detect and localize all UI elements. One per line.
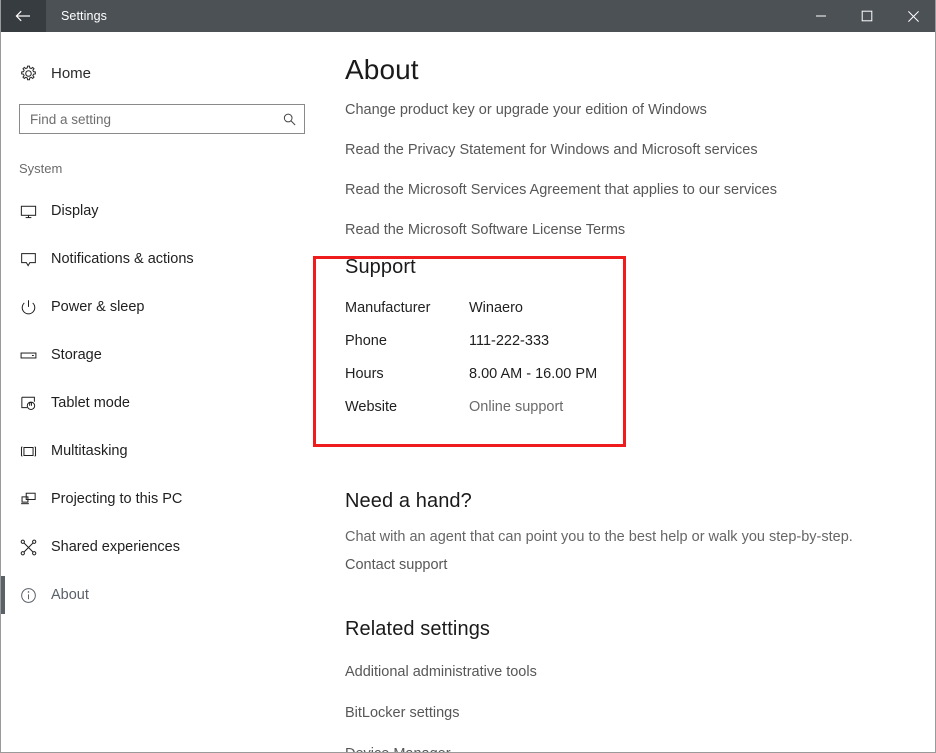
- sidebar-item-display[interactable]: Display: [1, 187, 335, 235]
- settings-window: Settings: [0, 0, 936, 753]
- link-additional-administrative-tools[interactable]: Additional administrative tools: [345, 662, 537, 682]
- monitor-icon: [19, 202, 47, 221]
- maximize-button[interactable]: [844, 0, 890, 32]
- support-heading: Support: [345, 256, 905, 279]
- related-settings-heading: Related settings: [345, 618, 905, 641]
- need-a-hand-section: Need a hand? Chat with an agent that can…: [345, 490, 935, 574]
- support-value-phone: 111-222-333: [469, 333, 597, 366]
- search-box[interactable]: [19, 104, 305, 134]
- link-privacy-statement[interactable]: Read the Privacy Statement for Windows a…: [345, 140, 758, 160]
- table-row: Hours 8.00 AM - 16.00 PM: [345, 366, 597, 399]
- table-row: Manufacturer Winaero: [345, 300, 597, 333]
- project-screen-icon: [19, 490, 47, 509]
- sidebar-item-power-sleep[interactable]: Power & sleep: [1, 283, 335, 331]
- sidebar-item-label: About: [47, 587, 89, 603]
- speech-bubble-icon: [19, 250, 47, 269]
- link-services-agreement[interactable]: Read the Microsoft Services Agreement th…: [345, 180, 777, 200]
- sidebar-section-label: System: [1, 161, 335, 179]
- sidebar-item-label: Power & sleep: [47, 299, 145, 315]
- table-row: Phone 111-222-333: [345, 333, 597, 366]
- main-panel: About Change product key or upgrade your…: [335, 32, 935, 752]
- info-circle-icon: [19, 586, 47, 605]
- sidebar-item-projecting-to-this-pc[interactable]: Projecting to this PC: [1, 475, 335, 523]
- link-change-product-key[interactable]: Change product key or upgrade your editi…: [345, 100, 707, 120]
- tablet-touch-icon: [19, 394, 47, 413]
- close-button[interactable]: [890, 0, 936, 32]
- sidebar-item-label: Storage: [47, 347, 102, 363]
- need-a-hand-description: Chat with an agent that can point you to…: [345, 527, 935, 547]
- sidebar-item-about[interactable]: About: [1, 571, 335, 619]
- related-settings-section: Related settings Additional administrati…: [345, 618, 905, 752]
- sidebar-item-label: Display: [47, 203, 99, 219]
- search-input[interactable]: [20, 106, 274, 132]
- search-icon[interactable]: [274, 105, 304, 133]
- sidebar-item-tablet-mode[interactable]: Tablet mode: [1, 379, 335, 427]
- sidebar-home-label: Home: [45, 65, 91, 82]
- caption-button-group: [798, 0, 936, 32]
- related-links-group: Additional administrative tools BitLocke…: [345, 662, 905, 752]
- support-value-website-link[interactable]: Online support: [469, 399, 597, 432]
- minimize-button[interactable]: [798, 0, 844, 32]
- power-icon: [19, 298, 47, 317]
- back-arrow-icon: [12, 5, 34, 27]
- need-a-hand-heading: Need a hand?: [345, 490, 935, 513]
- maximize-icon: [861, 10, 873, 22]
- close-icon: [907, 10, 920, 23]
- sidebar-item-label: Tablet mode: [47, 395, 130, 411]
- support-details-table: Manufacturer Winaero Phone 111-222-333 H…: [345, 300, 597, 432]
- link-bitlocker-settings[interactable]: BitLocker settings: [345, 703, 459, 723]
- title-bar: Settings: [0, 0, 936, 32]
- multitask-icon: [19, 442, 47, 461]
- sidebar-item-storage[interactable]: Storage: [1, 331, 335, 379]
- sidebar-item-shared-experiences[interactable]: Shared experiences: [1, 523, 335, 571]
- link-software-license-terms[interactable]: Read the Microsoft Software License Term…: [345, 220, 625, 240]
- sidebar-nav-list: Display Notifications & actions: [1, 187, 335, 619]
- support-value-manufacturer: Winaero: [469, 300, 597, 333]
- support-key-phone: Phone: [345, 333, 469, 366]
- link-device-manager[interactable]: Device Manager: [345, 744, 451, 752]
- sidebar-item-label: Multitasking: [47, 443, 128, 459]
- window-title: Settings: [46, 0, 107, 32]
- top-links-group: Change product key or upgrade your editi…: [345, 100, 935, 240]
- support-section: Support Manufacturer Winaero Phone 111-2…: [345, 256, 905, 432]
- support-key-hours: Hours: [345, 366, 469, 399]
- sidebar-item-label: Shared experiences: [47, 539, 180, 555]
- sidebar-item-notifications-actions[interactable]: Notifications & actions: [1, 235, 335, 283]
- back-button[interactable]: [0, 0, 46, 32]
- sidebar-item-label: Projecting to this PC: [47, 491, 182, 507]
- sidebar-item-home[interactable]: Home: [1, 58, 335, 88]
- table-row: Website Online support: [345, 399, 597, 432]
- content-area: Home System: [1, 32, 935, 752]
- page-title: About: [345, 32, 935, 86]
- sidebar-item-multitasking[interactable]: Multitasking: [1, 427, 335, 475]
- support-key-manufacturer: Manufacturer: [345, 300, 469, 333]
- sidebar: Home System: [1, 32, 335, 752]
- gear-icon: [19, 64, 45, 83]
- link-contact-support[interactable]: Contact support: [345, 557, 447, 573]
- minimize-icon: [815, 10, 827, 22]
- support-key-website: Website: [345, 399, 469, 432]
- share-nodes-icon: [19, 538, 47, 557]
- drive-icon: [19, 346, 47, 365]
- support-value-hours: 8.00 AM - 16.00 PM: [469, 366, 597, 399]
- sidebar-item-label: Notifications & actions: [47, 251, 194, 267]
